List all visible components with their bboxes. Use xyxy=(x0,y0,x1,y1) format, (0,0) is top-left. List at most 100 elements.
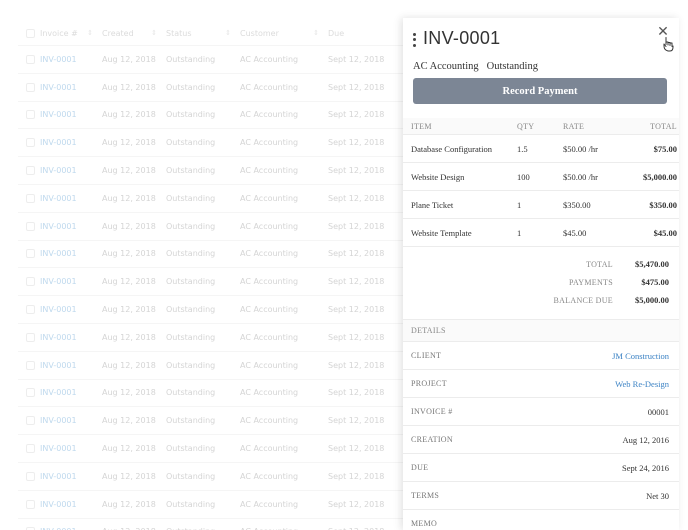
row-checkbox[interactable] xyxy=(26,166,35,176)
invoice-number-link[interactable]: INV-0001 xyxy=(40,110,102,119)
item-qty: 1 xyxy=(517,199,522,210)
details-section: CLIENT JM Construction PROJECT Web Re-Desig… xyxy=(403,342,679,530)
table-row[interactable]: INV-0001Aug 12, 2018OutstandingAC Accoun… xyxy=(18,157,403,185)
customer-name: AC Accounting xyxy=(240,249,299,259)
column-header-rate: RATE xyxy=(563,121,585,131)
table-row[interactable]: INV-0001Aug 12, 2018OutstandingAC Accoun… xyxy=(18,380,403,408)
table-row[interactable]: INV-0001Aug 12, 2018OutstandingAC Accoun… xyxy=(18,463,403,491)
detail-label: CLIENT xyxy=(411,351,442,360)
invoice-number-link[interactable]: INV-0001 xyxy=(40,277,102,286)
due-date: Sept 12, 2018 xyxy=(328,166,385,176)
row-checkbox[interactable] xyxy=(26,388,35,398)
row-checkbox[interactable] xyxy=(26,193,35,203)
detail-row: TERMS Net 30 xyxy=(403,482,679,510)
invoice-number-link[interactable]: INV-0001 xyxy=(40,416,102,425)
invoice-number-link[interactable]: INV-0001 xyxy=(40,472,102,481)
invoice-number-link[interactable]: INV-0001 xyxy=(40,333,102,342)
sort-icon: ⇕ xyxy=(313,29,319,37)
detail-label: CREATION xyxy=(411,435,453,444)
due-date: Sept 12, 2018 xyxy=(328,138,385,148)
totals-label: TOTAL xyxy=(586,259,613,269)
table-row[interactable]: INV-0001Aug 12, 2018OutstandingAC Accoun… xyxy=(18,268,403,297)
customer-name: AC Accounting xyxy=(240,416,299,426)
created-date: Aug 12, 2018 xyxy=(102,193,156,203)
table-row[interactable]: INV-0001Aug 12, 2018OutstandingAC Accoun… xyxy=(18,46,403,74)
detail-value[interactable]: Web Re-Design xyxy=(615,379,669,389)
invoice-number-link[interactable]: INV-0001 xyxy=(40,361,102,370)
invoice-number-link[interactable]: INV-0001 xyxy=(40,249,102,258)
invoice-number-link[interactable]: INV-0001 xyxy=(40,166,102,175)
detail-label: TERMS xyxy=(411,491,440,500)
status-text: Outstanding xyxy=(166,360,216,370)
status-text: Outstanding xyxy=(166,332,216,342)
invoice-number-link[interactable]: INV-0001 xyxy=(40,55,102,64)
invoice-number-link[interactable]: INV-0001 xyxy=(40,222,102,231)
status-text: Outstanding xyxy=(166,138,216,148)
column-header-created[interactable]: Created ⇕ xyxy=(102,29,166,38)
invoice-detail-panel: INV-0001 ✕ AC Accounting Outstanding Rec… xyxy=(403,18,679,530)
item-total: $45.00 xyxy=(653,227,677,238)
table-row[interactable]: INV-0001Aug 12, 2018OutstandingAC Accoun… xyxy=(18,324,403,352)
created-date: Aug 12, 2018 xyxy=(102,166,156,176)
detail-value[interactable]: JM Construction xyxy=(612,351,669,361)
line-item-row: Plane Ticket 1 $350.00 $350.00 xyxy=(403,191,679,219)
customer-name: AC Accounting xyxy=(240,499,299,509)
item-rate: $45.00 xyxy=(563,227,587,238)
totals-section: TOTAL $5,470.00 PAYMENTS $475.00 BALANCE DUE… xyxy=(403,247,679,320)
select-all-checkbox[interactable] xyxy=(26,29,35,38)
row-checkbox[interactable] xyxy=(26,54,35,64)
row-checkbox[interactable] xyxy=(26,138,35,148)
invoice-number-link[interactable]: INV-0001 xyxy=(40,194,102,203)
sort-icon: ⇕ xyxy=(87,29,93,37)
row-checkbox[interactable] xyxy=(26,277,35,287)
row-checkbox[interactable] xyxy=(26,249,35,259)
table-row[interactable]: INV-0001Aug 12, 2018OutstandingAC Accoun… xyxy=(18,296,403,324)
column-header-invoice[interactable]: Invoice # ⇕ xyxy=(40,29,102,38)
column-header-customer[interactable]: Customer ⇕ xyxy=(240,29,328,38)
status-text: Outstanding xyxy=(166,54,216,64)
customer-name: AC Accounting xyxy=(240,82,299,92)
more-options-icon[interactable] xyxy=(413,32,416,47)
row-checkbox[interactable] xyxy=(26,305,35,315)
table-row[interactable]: INV-0001Aug 12, 2018OutstandingAC Accoun… xyxy=(18,519,403,530)
table-row[interactable]: INV-0001Aug 12, 2018OutstandingAC Accoun… xyxy=(18,241,403,269)
row-checkbox[interactable] xyxy=(26,499,35,509)
invoice-number-link[interactable]: INV-0001 xyxy=(40,388,102,397)
invoice-number-link[interactable]: INV-0001 xyxy=(40,444,102,453)
table-row[interactable]: INV-0001Aug 12, 2018OutstandingAC Accoun… xyxy=(18,407,403,436)
created-date: Aug 12, 2018 xyxy=(102,82,156,92)
record-payment-button[interactable]: Record Payment xyxy=(413,78,667,104)
invoice-list: Invoice # ⇕ Created ⇕ Status ⇕ Customer ⇕ Du… xyxy=(18,22,403,530)
line-items-header: ITEM QTY RATE TOTAL xyxy=(403,118,679,135)
row-checkbox[interactable] xyxy=(26,82,35,92)
row-checkbox[interactable] xyxy=(26,110,35,120)
item-qty: 1.5 xyxy=(517,143,528,154)
table-row[interactable]: INV-0001Aug 12, 2018OutstandingAC Accoun… xyxy=(18,435,403,463)
invoice-number-link[interactable]: INV-0001 xyxy=(40,138,102,147)
table-row[interactable]: INV-0001Aug 12, 2018 Outstanding AC Accoun… xyxy=(18,74,403,102)
created-date: Aug 12, 2018 xyxy=(102,388,156,398)
table-row[interactable]: INV-0001Aug 12, 2018OutstandingAC Accoun… xyxy=(18,129,403,158)
table-row[interactable]: INV-0001Aug 12, 2018OutstandingAC Accoun… xyxy=(18,352,403,380)
totals-row: TOTAL $5,470.00 xyxy=(403,255,669,273)
row-checkbox[interactable] xyxy=(26,471,35,481)
status-text: Outstanding xyxy=(166,277,216,287)
due-date: Sept 12, 2018 xyxy=(328,54,385,64)
invoice-number-link[interactable]: INV-0001 xyxy=(40,305,102,314)
invoice-number-link[interactable]: INV-0001 xyxy=(40,500,102,509)
row-checkbox[interactable] xyxy=(26,360,35,370)
table-row[interactable]: INV-0001Aug 12, 2018OutstandingAC Accoun… xyxy=(18,185,403,213)
status-text: Outstanding xyxy=(166,82,216,92)
row-checkbox[interactable] xyxy=(26,416,35,426)
column-header-status[interactable]: Status ⇕ xyxy=(166,29,240,38)
invoice-number-link[interactable]: INV-0001 xyxy=(40,83,102,92)
table-row[interactable]: INV-0001Aug 12, 2018OutstandingAC Accoun… xyxy=(18,213,403,241)
table-row[interactable]: INV-0001Aug 12, 2018OutstandingAC Accoun… xyxy=(18,491,403,519)
row-checkbox[interactable] xyxy=(26,332,35,342)
table-row[interactable]: INV-0001Aug 12, 2018OutstandingAC Accoun… xyxy=(18,102,403,130)
row-checkbox[interactable] xyxy=(26,444,35,454)
column-header-due[interactable]: Due xyxy=(328,29,400,38)
invoice-list-body: INV-0001 Aug 12, 2018 Outstanding AC Accoun… xyxy=(18,46,403,530)
row-checkbox[interactable] xyxy=(26,221,35,231)
column-header-item: ITEM xyxy=(411,121,432,131)
